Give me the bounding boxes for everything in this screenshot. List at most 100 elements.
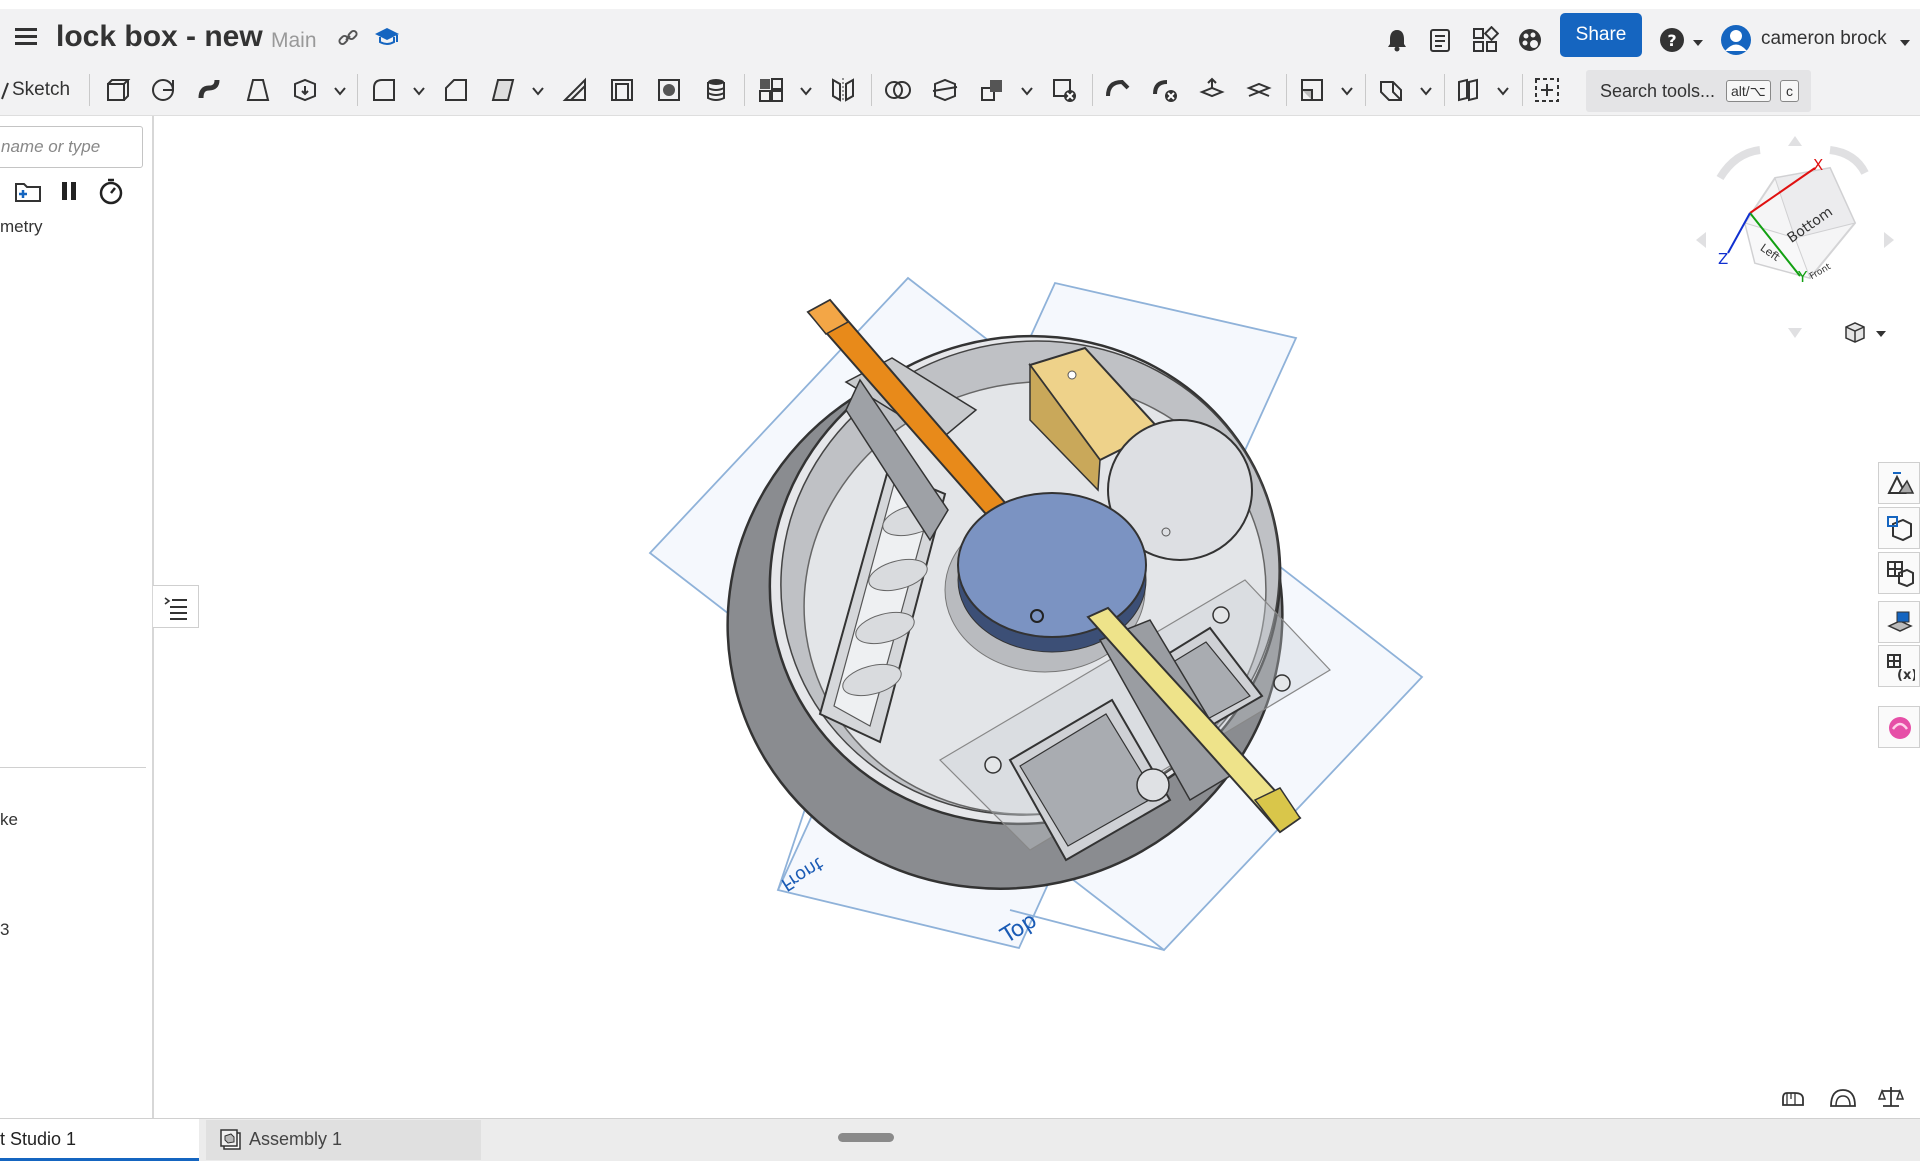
toolbar-divider xyxy=(744,74,745,106)
draft-icon[interactable] xyxy=(489,76,517,104)
appearance-icon[interactable] xyxy=(1517,27,1543,53)
cylinder-icon[interactable] xyxy=(702,76,730,104)
top-bar: lock box - new Main Share ? cameron broc… xyxy=(0,0,1920,64)
chevron-down-icon[interactable] xyxy=(1021,84,1033,96)
branch-label[interactable]: Main xyxy=(271,29,317,53)
feature-section-label[interactable]: metry xyxy=(0,217,43,237)
replace-face-icon[interactable] xyxy=(1245,76,1273,104)
tab-bar-resize-handle[interactable] xyxy=(838,1133,894,1142)
feature-toolbar: Sketch Search tools... alt/⌥ c xyxy=(0,64,1920,116)
hole-icon[interactable] xyxy=(655,76,683,104)
delete-part-icon[interactable] xyxy=(1050,76,1078,104)
shell-icon[interactable] xyxy=(608,76,636,104)
toolbar-divider xyxy=(357,74,358,106)
rotate-arrow-right-icon xyxy=(1829,146,1869,175)
sketch-button[interactable]: Sketch xyxy=(12,79,70,101)
loft-icon[interactable] xyxy=(244,76,272,104)
add-custom-feature-icon[interactable] xyxy=(1533,76,1561,104)
frame-icon[interactable] xyxy=(1455,76,1483,104)
notifications-icon[interactable] xyxy=(1384,27,1410,53)
feature-divider xyxy=(0,767,146,768)
axis-y-label: Y xyxy=(1797,268,1808,286)
chevron-down-icon[interactable] xyxy=(1341,84,1353,96)
balance-icon[interactable] xyxy=(1877,1085,1905,1109)
sheet-metal-icon[interactable] xyxy=(1377,76,1405,104)
appearance-panel-icon[interactable] xyxy=(1878,462,1920,504)
sweep-icon[interactable] xyxy=(197,76,225,104)
chevron-down-icon[interactable] xyxy=(1497,84,1509,96)
revolve-icon[interactable] xyxy=(150,76,178,104)
chevron-down-icon[interactable] xyxy=(800,84,812,96)
help-icon[interactable]: ? xyxy=(1658,26,1686,54)
feature-filter-input[interactable]: name or type xyxy=(0,126,143,168)
delete-face-icon[interactable] xyxy=(1151,76,1179,104)
tab-part-studio[interactable]: t Studio 1 xyxy=(0,1119,199,1161)
mass-properties-icon[interactable] xyxy=(1781,1087,1807,1109)
add-folder-icon[interactable] xyxy=(14,178,42,204)
extrude-icon[interactable] xyxy=(103,76,131,104)
learning-center-icon[interactable] xyxy=(374,25,400,49)
search-tools-label: Search tools... xyxy=(1600,81,1716,101)
assembly-icon xyxy=(219,1128,243,1152)
measure-icon[interactable] xyxy=(1828,1087,1858,1109)
boolean-icon[interactable] xyxy=(884,76,912,104)
plane-icon[interactable] xyxy=(1298,76,1326,104)
feature-list-item[interactable]: 3 xyxy=(0,920,9,940)
render-studio-icon[interactable] xyxy=(1878,601,1920,643)
chevron-down-icon[interactable] xyxy=(1420,84,1432,96)
toolbar-divider xyxy=(871,74,872,106)
axis-z-label: Z xyxy=(1718,250,1728,268)
app-store-icon[interactable] xyxy=(1471,25,1500,54)
share-button-label: Share xyxy=(1575,24,1627,45)
rib-icon[interactable] xyxy=(561,76,589,104)
fillet-icon[interactable] xyxy=(370,76,398,104)
chevron-down-icon[interactable] xyxy=(532,84,544,96)
toolbar-divider xyxy=(1444,74,1445,106)
pause-icon[interactable] xyxy=(59,179,79,203)
share-button[interactable]: Share xyxy=(1560,13,1642,57)
model-viewport[interactable]: Top Front xyxy=(156,116,1878,1116)
feature-list-item[interactable]: ke xyxy=(0,810,18,830)
help-chevron-down-icon[interactable] xyxy=(1692,35,1704,46)
chevron-down-icon[interactable] xyxy=(413,84,425,96)
user-chevron-down-icon[interactable] xyxy=(1899,35,1911,46)
sketch-icon[interactable] xyxy=(0,81,10,101)
rotate-arrow-left-icon xyxy=(1716,146,1761,181)
split-icon[interactable] xyxy=(931,76,959,104)
variables-table-icon[interactable] xyxy=(1878,552,1920,594)
feature-list-panel: name or type metry ke 3 xyxy=(0,116,154,1118)
avatar[interactable] xyxy=(1720,24,1752,56)
view-cube[interactable]: X Y Z Bottom Left Front xyxy=(1690,128,1900,348)
toolbar-divider xyxy=(1092,74,1093,106)
move-face-icon[interactable] xyxy=(1198,76,1226,104)
feature-filter-placeholder: name or type xyxy=(1,137,101,156)
svg-text:(x): (x) xyxy=(1897,668,1915,682)
pattern-icon[interactable] xyxy=(757,76,785,104)
menu-icon[interactable] xyxy=(14,26,38,48)
tab-label: t Studio 1 xyxy=(0,1129,77,1149)
mate-connectors-icon[interactable] xyxy=(1878,507,1920,549)
chevron-down-icon[interactable] xyxy=(334,84,346,96)
document-title[interactable]: lock box - new xyxy=(56,20,263,54)
tasks-icon[interactable] xyxy=(1427,27,1453,53)
variables-icon[interactable]: (x) xyxy=(1878,645,1920,687)
toolbar-divider xyxy=(1365,74,1366,106)
modify-fillet-icon[interactable] xyxy=(1104,76,1132,104)
mirror-icon[interactable] xyxy=(829,76,857,104)
chamfer-icon[interactable] xyxy=(442,76,470,104)
app-extension-icon[interactable] xyxy=(1878,706,1920,748)
user-name[interactable]: cameron brock xyxy=(1761,28,1887,50)
svg-text:?: ? xyxy=(1667,31,1676,50)
axis-x-label: X xyxy=(1813,156,1823,174)
rollback-timer-icon[interactable] xyxy=(98,177,124,205)
shortcut-key-c: c xyxy=(1780,80,1799,102)
transform-icon[interactable] xyxy=(978,76,1006,104)
lock-box-model[interactable]: Top Front xyxy=(156,116,1878,1116)
toolbar-divider xyxy=(1286,74,1287,106)
tab-assembly[interactable]: Assembly 1 xyxy=(206,1120,481,1160)
search-tools-button[interactable]: Search tools... alt/⌥ c xyxy=(1586,70,1811,112)
link-icon[interactable] xyxy=(336,26,360,50)
view-options-icon[interactable] xyxy=(1843,320,1887,346)
tab-label: Assembly 1 xyxy=(249,1129,343,1149)
thicken-icon[interactable] xyxy=(291,76,319,104)
